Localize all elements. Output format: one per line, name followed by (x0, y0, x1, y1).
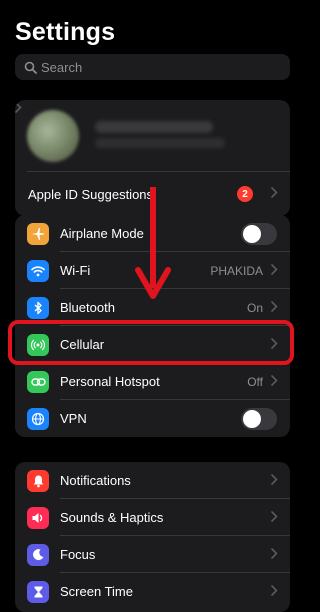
arrow-down-annotation (135, 187, 171, 299)
cellular-highlight-box (8, 320, 294, 365)
